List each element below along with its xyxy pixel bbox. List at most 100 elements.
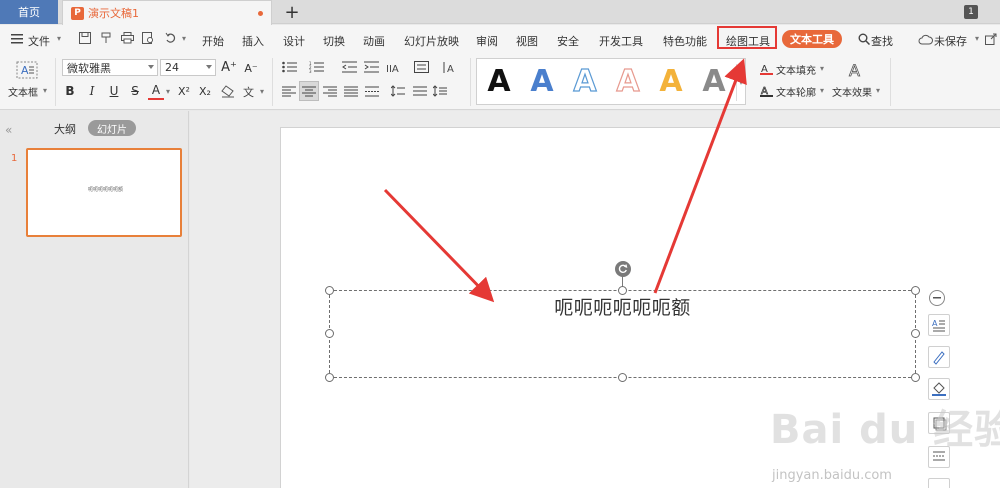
bold-button[interactable]: B	[62, 82, 78, 100]
italic-button[interactable]: I	[84, 82, 100, 100]
line-spacing-2-icon[interactable]	[412, 83, 428, 99]
resize-handle-left[interactable]	[325, 329, 334, 338]
justify-icon[interactable]	[343, 83, 359, 99]
text-effect-icon[interactable]: A	[845, 59, 867, 81]
increase-indent-icon[interactable]	[362, 59, 380, 75]
tab-slides[interactable]: 幻灯片	[88, 120, 136, 136]
strikethrough-button[interactable]: S	[127, 82, 143, 100]
resize-handle-right[interactable]	[911, 329, 920, 338]
text-format-tool[interactable]: A	[928, 314, 950, 336]
menu-review[interactable]: 审阅	[476, 33, 498, 49]
distribute-icon[interactable]	[364, 83, 380, 99]
text-effect-dropdown-icon[interactable]: ▾	[874, 86, 882, 95]
text-outline-label[interactable]: 文本轮廓	[776, 84, 816, 99]
grow-font-button[interactable]: A⁺	[220, 58, 238, 76]
cloud-icon[interactable]	[917, 32, 933, 46]
svg-text:文: 文	[243, 85, 254, 98]
chevron-down-icon[interactable]: ▾	[55, 34, 63, 43]
resize-handle-bottom-right[interactable]	[911, 373, 920, 382]
rotate-handle[interactable]	[615, 261, 631, 277]
text-outline-icon[interactable]: A	[759, 83, 773, 97]
format-painter-icon[interactable]	[99, 31, 113, 45]
menu-file[interactable]: 文件	[28, 33, 50, 49]
menu-security[interactable]: 安全	[557, 33, 579, 49]
collapse-panel-icon[interactable]: «	[5, 123, 12, 137]
text-fill-dropdown-icon[interactable]: ▾	[818, 64, 826, 73]
save-status-dropdown-icon[interactable]: ▾	[973, 34, 981, 43]
font-color-button[interactable]: A	[148, 82, 164, 100]
underline-button[interactable]: U	[106, 82, 122, 100]
text-fill-icon[interactable]: A	[759, 61, 773, 75]
phonetic-icon[interactable]: 文	[241, 82, 259, 100]
tab-home[interactable]: 首页	[0, 0, 58, 24]
menu-text-tools[interactable]: 文本工具	[782, 30, 842, 48]
align-center-icon[interactable]	[299, 81, 319, 101]
window-count-badge[interactable]: 1	[964, 5, 978, 19]
new-tab-button[interactable]: +	[282, 2, 302, 23]
subscript-button[interactable]: X₂	[196, 82, 214, 100]
share-icon[interactable]	[984, 32, 998, 46]
text-fill-label[interactable]: 文本填充	[776, 62, 816, 77]
superscript-button[interactable]: X²	[175, 82, 193, 100]
bullet-list-icon[interactable]	[281, 59, 299, 75]
tab-outline[interactable]: 大纲	[54, 121, 76, 137]
decrease-indent-icon[interactable]	[340, 59, 358, 75]
style-blue-outline[interactable]: A	[568, 63, 602, 99]
style-red-outline[interactable]: A	[611, 63, 645, 99]
menu-animation[interactable]: 动画	[363, 33, 385, 49]
align-right-icon[interactable]	[322, 83, 338, 99]
gallery-more-icon[interactable]: ▾	[736, 64, 745, 101]
clear-format-icon[interactable]	[219, 82, 237, 100]
style-blue-fill[interactable]: A	[525, 63, 559, 99]
numbered-list-icon[interactable]: 123	[308, 59, 326, 75]
text-style-gallery[interactable]: A A A A A A ▾	[476, 58, 746, 105]
text-effect-label[interactable]: 文本效果	[832, 84, 872, 99]
more-tool[interactable]	[928, 478, 950, 488]
style-black-fill[interactable]: A	[482, 63, 516, 99]
phonetic-dropdown-icon[interactable]: ▾	[258, 87, 266, 96]
textbox-icon[interactable]: A	[15, 60, 39, 80]
align-left-icon[interactable]	[281, 83, 297, 99]
menu-design[interactable]: 设计	[283, 33, 305, 49]
textbox-dropdown-icon[interactable]: ▾	[41, 86, 49, 95]
menu-transition[interactable]: 切换	[323, 33, 345, 49]
save-status[interactable]: 未保存	[934, 33, 967, 49]
undo-dropdown-icon[interactable]: ▾	[180, 34, 188, 43]
search-icon[interactable]	[857, 32, 871, 46]
save-icon[interactable]	[78, 31, 92, 45]
pen-icon	[933, 351, 945, 365]
undo-icon[interactable]	[164, 31, 178, 45]
tab-document[interactable]: P 演示文稿1	[62, 0, 272, 25]
print-icon[interactable]	[120, 31, 134, 45]
print-preview-icon[interactable]	[141, 31, 155, 45]
font-name-select[interactable]: 微软雅黑	[62, 59, 158, 76]
pen-tool[interactable]	[928, 346, 950, 368]
columns-icon[interactable]	[432, 83, 448, 99]
resize-handle-bottom-left[interactable]	[325, 373, 334, 382]
align-text-icon[interactable]	[412, 59, 430, 75]
menu-search[interactable]: 查找	[871, 33, 893, 49]
style-orange-fill[interactable]: A	[654, 63, 688, 99]
text-direction-icon[interactable]: IIA	[384, 59, 402, 75]
shrink-font-button[interactable]: A⁻	[242, 59, 260, 77]
slide-number: 1	[11, 153, 18, 164]
menu-start[interactable]: 开始	[202, 33, 224, 49]
menu-view[interactable]: 视图	[516, 33, 538, 49]
slide-thumbnail[interactable]: 呃呃呃呃呃呃额	[26, 148, 182, 237]
textbox-content[interactable]: 呃呃呃呃呃呃额	[330, 293, 915, 320]
hamburger-menu-icon[interactable]	[10, 32, 24, 46]
font-color-dropdown-icon[interactable]: ▾	[164, 87, 172, 96]
font-size-select[interactable]: 24	[160, 59, 216, 76]
menu-insert[interactable]: 插入	[242, 33, 264, 49]
menu-features[interactable]: 特色功能	[663, 33, 707, 49]
paragraph-spacing-icon[interactable]	[390, 83, 406, 99]
textbox-label[interactable]: 文本框	[8, 84, 38, 99]
resize-handle-bottom[interactable]	[618, 373, 627, 382]
collapse-tools-button[interactable]	[929, 290, 945, 306]
menu-developer[interactable]: 开发工具	[599, 33, 643, 49]
text-outline-dropdown-icon[interactable]: ▾	[818, 86, 826, 95]
style-gray-fill[interactable]: A	[697, 63, 731, 99]
presentation-icon: P	[71, 6, 84, 20]
menu-slideshow[interactable]: 幻灯片放映	[404, 33, 459, 49]
line-spacing-icon[interactable]: A	[441, 59, 459, 75]
